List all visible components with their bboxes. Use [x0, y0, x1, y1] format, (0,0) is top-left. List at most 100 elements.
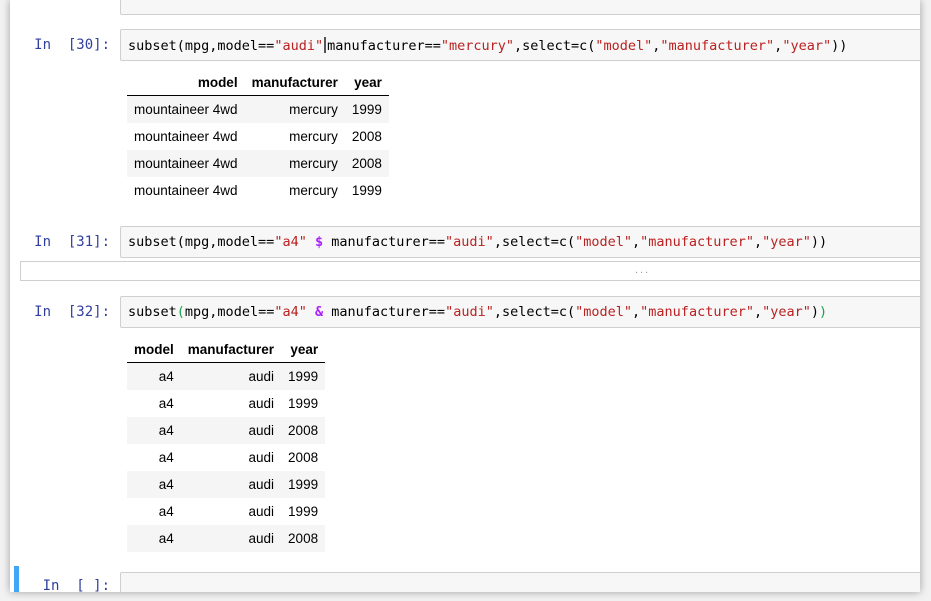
string-token: "model" [575, 304, 633, 320]
column-header: year [281, 336, 326, 363]
matched-bracket: ) [819, 304, 828, 320]
table-row: a4 audi 2008 [127, 444, 325, 471]
input-prompt-30: In [30]: [34, 37, 110, 53]
table-cell: mercury [244, 95, 345, 123]
table-cell: a4 [127, 525, 181, 552]
table-cell: audi [180, 417, 282, 444]
code-line: subset(mpg,model=="a4" $ manufacturer=="… [128, 234, 827, 250]
table-cell: audi [248, 450, 275, 465]
string-token: "audi" [445, 304, 494, 320]
table-row: mountaineer 4wd mercury 1999 [127, 95, 389, 123]
table-cell: 2008 [344, 150, 389, 177]
string-token: "audi" [274, 38, 324, 54]
code-line: subset(mpg,model=="audi" manufacturer=="m… [128, 37, 847, 54]
table-cell: mercury [244, 150, 345, 177]
string-token: "mercury" [440, 38, 515, 54]
code-token: )) [831, 38, 848, 54]
code-cell-31[interactable]: subset(mpg,model=="a4" $ manufacturer=="… [120, 226, 920, 258]
table-cell: a4 [158, 504, 174, 519]
code-line: subset(mpg,model=="a4" & manufacturer=="… [128, 304, 827, 320]
table-cell: 1999 [288, 504, 319, 519]
table-cell: mountaineer 4wd [127, 95, 245, 123]
table-cell: 1999 [281, 471, 326, 498]
table-cell: audi [180, 362, 282, 390]
table-row: mountaineer 4wd mercury 1999 [127, 177, 389, 204]
collapsed-output[interactable]: ... [20, 261, 920, 281]
string-token: "manufacturer" [660, 38, 775, 54]
string-token: "model" [595, 38, 653, 54]
table-cell: a4 [158, 396, 174, 411]
table-cell: 2008 [351, 129, 382, 144]
notebook-container: In [30]: subset(mpg,model=="audi" manufac… [10, 0, 920, 592]
table-row: a4 audi 1999 [127, 498, 325, 525]
code-cell-empty[interactable] [120, 572, 920, 592]
code-token: , [632, 234, 641, 250]
table-cell: a4 [127, 362, 181, 390]
code-token: mpg,model== [184, 304, 275, 320]
previous-cell-bottom[interactable] [120, 0, 920, 15]
table-row: a4 audi 1999 [127, 471, 326, 498]
table-row: a4 audi 1999 [127, 362, 326, 390]
table-cell: 2008 [281, 417, 326, 444]
table-row: mountaineer 4wd mercury 2008 [127, 150, 389, 177]
table-cell: mercury [289, 183, 338, 198]
string-token: "year" [782, 38, 832, 54]
text-cursor [324, 37, 327, 53]
code-token: subset(mpg,model== [128, 234, 275, 250]
string-token: "manufacturer" [640, 234, 754, 250]
operator-token: & [314, 304, 324, 320]
code-token: , [753, 234, 763, 250]
table-cell: mercury [289, 129, 338, 144]
table-cell: 1999 [288, 396, 319, 411]
table-cell: 1999 [351, 183, 382, 198]
table-cell: a4 [127, 471, 181, 498]
operator-token: $ [314, 234, 324, 250]
table-cell: mountaineer 4wd [127, 150, 245, 177]
string-token: "year" [762, 234, 811, 250]
code-token: manufacturer== [327, 38, 441, 54]
matched-bracket: ( [176, 304, 185, 320]
table-cell: a4 [158, 450, 174, 465]
column-header: manufacturer [180, 336, 282, 363]
table-cell: audi [248, 396, 275, 411]
code-token: ) [810, 304, 820, 320]
column-header: model [127, 69, 245, 96]
code-token: ,select=c( [493, 304, 576, 320]
table-header-row: model manufacturer year [127, 336, 326, 363]
table-row: a4 audi 1999 [127, 390, 325, 417]
table-row: a4 audi 2008 [127, 417, 326, 444]
table-cell: audi [180, 471, 282, 498]
table-cell: audi [248, 504, 275, 519]
string-token: "audi" [445, 234, 494, 250]
table-header-row: model manufacturer year [127, 69, 389, 96]
table-cell: 2008 [288, 450, 319, 465]
code-token: subset [128, 304, 177, 320]
code-token: manufacturer== [331, 234, 446, 250]
output-table-32: model manufacturer year a4 audi 1999 a4 audi 19… [127, 336, 326, 552]
column-header: manufacturer [244, 69, 345, 96]
code-token: subset(mpg,model== [128, 38, 275, 54]
code-token: ,select=c( [493, 234, 576, 250]
code-token: )) [810, 234, 828, 250]
column-header: year [344, 69, 389, 96]
string-token: "manufacturer" [640, 304, 754, 320]
output-table-30: model manufacturer year mountaineer 4wd mer… [127, 69, 389, 204]
code-token: ,select=c( [514, 38, 596, 54]
table-cell: 1999 [281, 362, 326, 390]
string-token: "a4" [274, 234, 307, 250]
column-header: model [127, 336, 181, 363]
table-cell: a4 [127, 417, 181, 444]
table-cell: audi [180, 525, 282, 552]
table-cell: 2008 [281, 525, 326, 552]
code-token: manufacturer== [331, 304, 446, 320]
string-token: "model" [575, 234, 633, 250]
code-cell-30[interactable]: subset(mpg,model=="audi" manufacturer=="m… [120, 29, 920, 61]
table-cell: 1999 [344, 95, 389, 123]
input-prompt-32: In [32]: [34, 304, 110, 320]
code-token: , [632, 304, 641, 320]
table-cell: mountaineer 4wd [134, 129, 238, 144]
code-token: , [753, 304, 763, 320]
code-cell-32[interactable]: subset(mpg,model=="a4" & manufacturer=="… [120, 296, 920, 328]
table-cell: mountaineer 4wd [134, 183, 238, 198]
collapsed-output-marker[interactable]: ... [635, 264, 650, 276]
